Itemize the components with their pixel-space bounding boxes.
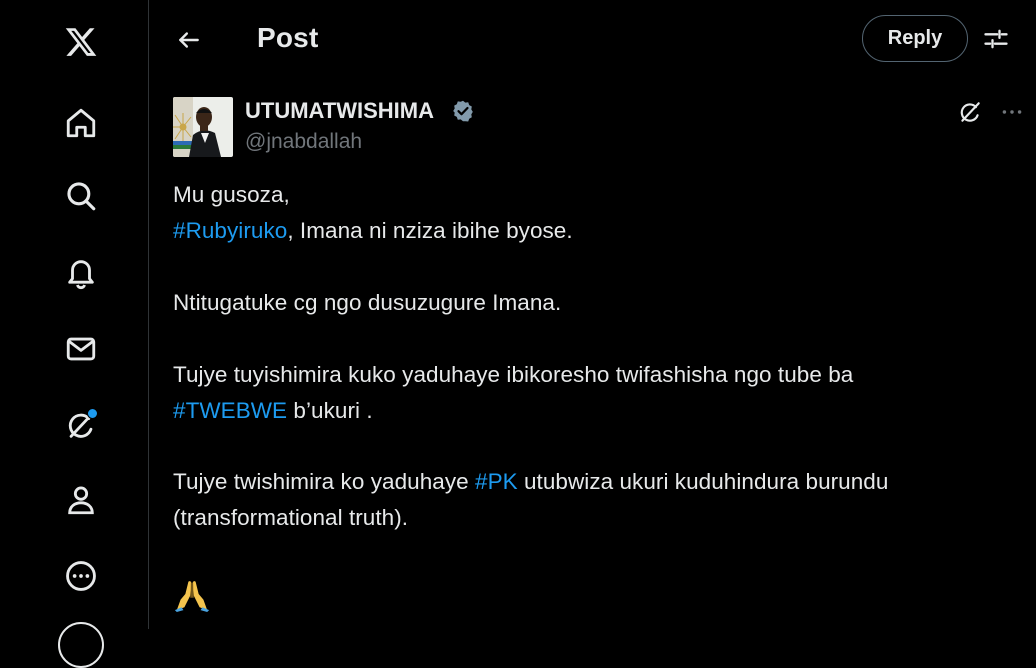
post-line: Ntitugatuke cg ngo dusuzugure Imana.	[173, 290, 562, 315]
messages-envelope-icon[interactable]	[55, 323, 107, 375]
profile-icon[interactable]	[55, 474, 107, 526]
search-icon[interactable]	[55, 170, 107, 222]
hashtag-link[interactable]: #TWEBWE	[173, 398, 287, 423]
grok-explain-icon[interactable]	[953, 97, 987, 127]
page-header: Post Reply	[149, 0, 1036, 80]
home-icon[interactable]	[55, 97, 107, 149]
post-line: (transformational truth).	[173, 505, 409, 530]
x-logo-icon[interactable]	[55, 16, 107, 68]
more-options-icon[interactable]	[995, 97, 1029, 127]
hashtag-link[interactable]: #Rubyiruko	[173, 218, 287, 243]
settings-sliders-icon[interactable]	[979, 22, 1013, 56]
post-line: #TWEBWE b’ukuri .	[173, 398, 373, 423]
main-column: Post Reply UTUMATWISHIMA @jnabdallah Mu …	[149, 0, 1036, 629]
more-circle-icon[interactable]	[55, 550, 107, 602]
grok-icon[interactable]	[55, 399, 107, 451]
page-title: Post	[257, 22, 319, 53]
post-line: #Rubyiruko, Imana ni nziza ibihe byose.	[173, 218, 573, 243]
post-line: Mu gusoza,	[173, 182, 290, 207]
notification-badge	[87, 408, 98, 419]
author-name[interactable]: UTUMATWISHIMA	[245, 98, 434, 124]
sidebar-nav	[0, 0, 149, 668]
notifications-bell-icon[interactable]	[55, 247, 107, 299]
folded-hands-emoji-icon	[173, 574, 211, 612]
back-arrow-icon[interactable]	[169, 20, 209, 60]
post-line: Tujye tuyishimira kuko yaduhaye ibikores…	[173, 362, 854, 387]
author-handle[interactable]: @jnabdallah	[245, 130, 362, 154]
hashtag-link[interactable]: #PK	[475, 469, 518, 494]
post-line: Tujye twishimira ko yaduhaye #PK utubwiz…	[173, 469, 889, 494]
avatar[interactable]	[173, 97, 233, 157]
reply-button[interactable]: Reply	[862, 15, 968, 62]
verified-badge-icon	[451, 99, 475, 123]
